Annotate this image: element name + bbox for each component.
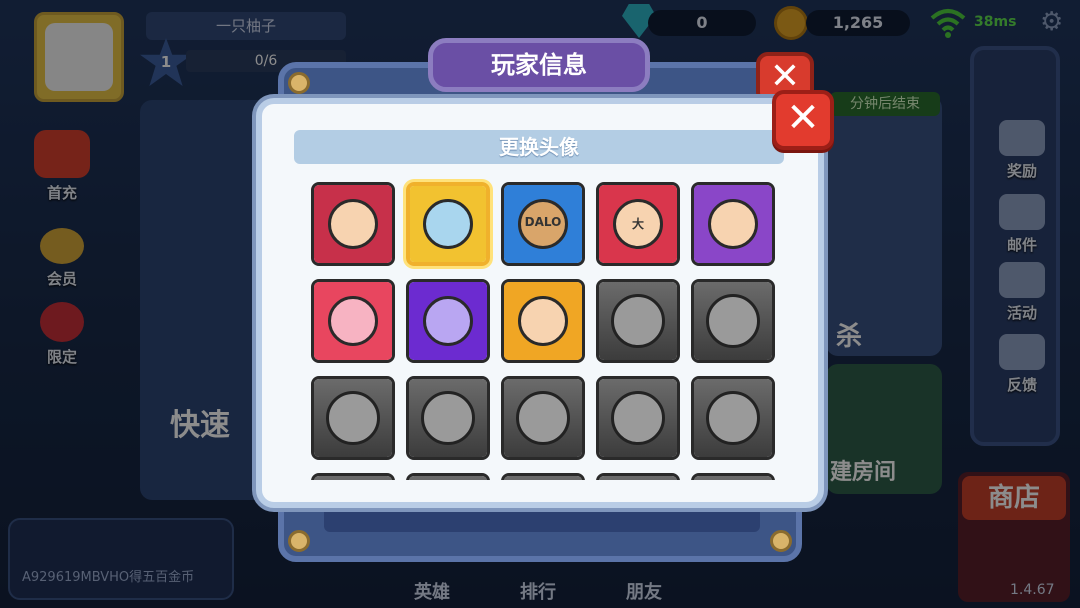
avatar-portrait [314, 476, 392, 480]
avatar-option-locked-17[interactable] [406, 473, 490, 480]
avatar-portrait [599, 282, 677, 360]
locked-character-silhouette [706, 391, 760, 445]
locked-character-silhouette [611, 391, 665, 445]
avatar-option-locked-16[interactable] [311, 473, 395, 480]
player-info-title: 玩家信息 [428, 38, 650, 92]
locked-character-silhouette [326, 391, 380, 445]
character-face [708, 199, 758, 249]
avatar-portrait [409, 282, 487, 360]
avatar-grid: DALO 大 [300, 172, 784, 480]
avatar-option-angry-blond-hero[interactable] [311, 182, 395, 266]
avatar-portrait [599, 379, 677, 457]
locked-character-silhouette [611, 294, 665, 348]
avatar-option-samurai-mask[interactable] [691, 279, 775, 363]
avatar-portrait [314, 379, 392, 457]
avatar-portrait [694, 379, 772, 457]
avatar-portrait [694, 185, 772, 263]
avatar-option-cat-paw[interactable] [311, 279, 395, 363]
avatar-portrait [409, 379, 487, 457]
change-avatar-title: 更换头像 [294, 130, 784, 164]
avatar-option-purple-goggles[interactable] [406, 279, 490, 363]
locked-character-silhouette [516, 391, 570, 445]
character-face [423, 296, 473, 346]
screw-icon [288, 72, 310, 94]
avatar-portrait: DALO [504, 185, 582, 263]
screw-icon [770, 530, 792, 552]
avatar-option-skull-monster[interactable] [691, 376, 775, 460]
avatar-option-hooded-girl[interactable] [311, 376, 395, 460]
avatar-portrait [314, 282, 392, 360]
screw-icon [288, 530, 310, 552]
avatar-portrait [314, 185, 392, 263]
character-face [423, 199, 473, 249]
character-face [328, 199, 378, 249]
avatar-portrait [409, 476, 487, 480]
avatar-portrait [504, 379, 582, 457]
character-face [518, 296, 568, 346]
avatar-label-text: DALO [524, 215, 562, 229]
avatar-option-bald-monk[interactable] [691, 182, 775, 266]
avatar-label-text: 大 [631, 217, 644, 231]
close-button[interactable]: ✕ [772, 90, 834, 150]
locked-character-silhouette [421, 391, 475, 445]
avatar-portrait [599, 476, 677, 480]
avatar-option-locked-18[interactable] [501, 473, 585, 480]
avatar-option-locked-19[interactable] [596, 473, 680, 480]
locked-character-silhouette [706, 294, 760, 348]
avatar-portrait [694, 282, 772, 360]
avatar-portrait: 大 [599, 185, 677, 263]
avatar-portrait [410, 186, 486, 262]
avatar-option-scroll-bird[interactable]: 大 [596, 182, 680, 266]
player-info-bottom-bar [324, 506, 760, 532]
avatar-option-golden-star-kid[interactable] [501, 279, 585, 363]
avatar-option-blue-bear[interactable] [406, 182, 490, 266]
avatar-option-helmet-girl[interactable] [596, 279, 680, 363]
avatar-option-locked-20[interactable] [691, 473, 775, 480]
avatar-portrait [504, 476, 582, 480]
avatar-portrait [694, 476, 772, 480]
avatar-option-box-head[interactable]: DALO [501, 182, 585, 266]
avatar-portrait [504, 282, 582, 360]
avatar-option-maid-girl[interactable] [596, 376, 680, 460]
avatar-option-top-hat-pirate[interactable] [406, 376, 490, 460]
avatar-option-robot-bear[interactable] [501, 376, 585, 460]
character-face [328, 296, 378, 346]
